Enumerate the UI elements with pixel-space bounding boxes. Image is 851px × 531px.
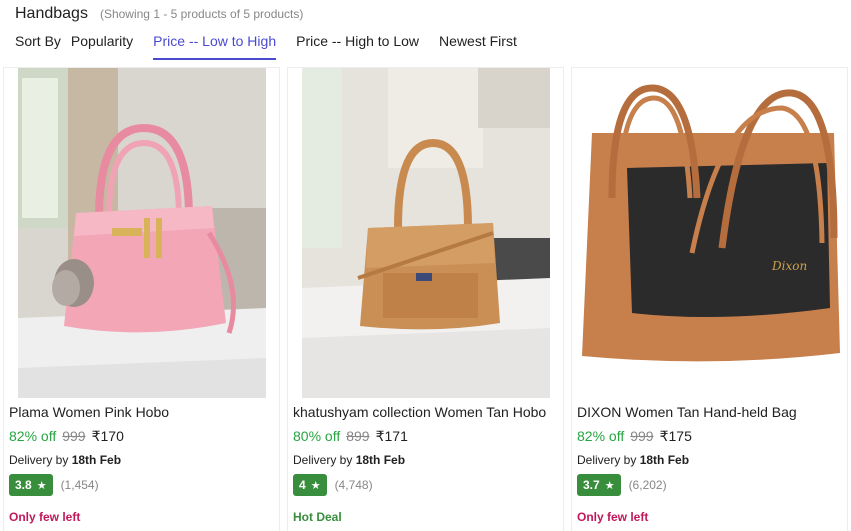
product-card[interactable]: Dixon DIXON Women Tan Hand-held Bag 82% …	[571, 67, 848, 531]
original-price: 899	[346, 428, 370, 444]
rating-badge: 4 ★	[293, 474, 327, 496]
rating-badge: 3.7 ★	[577, 474, 621, 496]
results-header: Handbags (Showing 1 - 5 products of 5 pr…	[15, 5, 303, 23]
delivery-info: Delivery by 18th Feb	[293, 453, 405, 467]
delivery-info: Delivery by 18th Feb	[9, 453, 121, 467]
rating-value: 3.8	[15, 478, 32, 492]
final-price: ₹170	[91, 428, 124, 444]
rating-count: (4,748)	[334, 478, 373, 492]
rating-value: 4	[299, 478, 306, 492]
delivery-prefix: Delivery by	[577, 453, 637, 467]
pink-handbag-image[interactable]	[4, 68, 279, 398]
star-icon: ★	[36, 479, 47, 492]
star-icon: ★	[604, 479, 615, 492]
discount-label: 80% off	[293, 428, 341, 444]
delivery-date: 18th Feb	[639, 453, 690, 467]
final-price: ₹171	[375, 428, 408, 444]
brand-logo: Dixon	[771, 259, 807, 273]
rating-value: 3.7	[583, 478, 600, 492]
original-price: 999	[630, 428, 654, 444]
page-title: Handbags	[15, 5, 88, 22]
sort-price-low-to-high[interactable]: Price -- Low to High	[153, 32, 277, 60]
results-count: (Showing 1 - 5 products of 5 products)	[99, 7, 304, 21]
price-line: 82% off 999 ₹170	[9, 428, 124, 445]
delivery-prefix: Delivery by	[293, 453, 353, 467]
product-card[interactable]: Plama Women Pink Hobo 82% off 999 ₹170 Del…	[3, 67, 280, 531]
sort-price-high-to-low[interactable]: Price -- High to Low	[296, 32, 419, 58]
tan-handbag-image[interactable]	[288, 68, 563, 398]
price-line: 80% off 899 ₹171	[293, 428, 408, 445]
rating-row: 3.8 ★ (1,454)	[9, 474, 99, 496]
product-name[interactable]: DIXON Women Tan Hand-held Bag	[577, 404, 842, 420]
deal-tag: Only few left	[9, 510, 81, 524]
star-icon: ★	[310, 479, 321, 492]
product-card[interactable]: khatushyam collection Women Tan Hobo 80%…	[287, 67, 564, 531]
deal-tag: Hot Deal	[293, 510, 342, 524]
discount-label: 82% off	[9, 428, 57, 444]
deal-tag: Only few left	[577, 510, 649, 524]
original-price: 999	[62, 428, 86, 444]
rating-count: (1,454)	[60, 478, 99, 492]
delivery-info: Delivery by 18th Feb	[577, 453, 689, 467]
delivery-date: 18th Feb	[355, 453, 406, 467]
sort-newest-first[interactable]: Newest First	[439, 32, 517, 58]
rating-row: 3.7 ★ (6,202)	[577, 474, 667, 496]
price-line: 82% off 999 ₹175	[577, 428, 692, 445]
final-price: ₹175	[659, 428, 692, 444]
delivery-date: 18th Feb	[71, 453, 122, 467]
delivery-prefix: Delivery by	[9, 453, 69, 467]
product-name[interactable]: khatushyam collection Women Tan Hobo	[293, 404, 558, 420]
sort-bar: Sort By Popularity Price -- Low to High …	[15, 32, 537, 60]
discount-label: 82% off	[577, 428, 625, 444]
sort-by-label: Sort By	[15, 33, 61, 49]
rating-count: (6,202)	[628, 478, 667, 492]
sort-popularity[interactable]: Popularity	[71, 32, 133, 58]
rating-badge: 3.8 ★	[9, 474, 53, 496]
product-name[interactable]: Plama Women Pink Hobo	[9, 404, 274, 420]
rating-row: 4 ★ (4,748)	[293, 474, 373, 496]
tan-black-handbag-image[interactable]: Dixon	[572, 68, 847, 398]
